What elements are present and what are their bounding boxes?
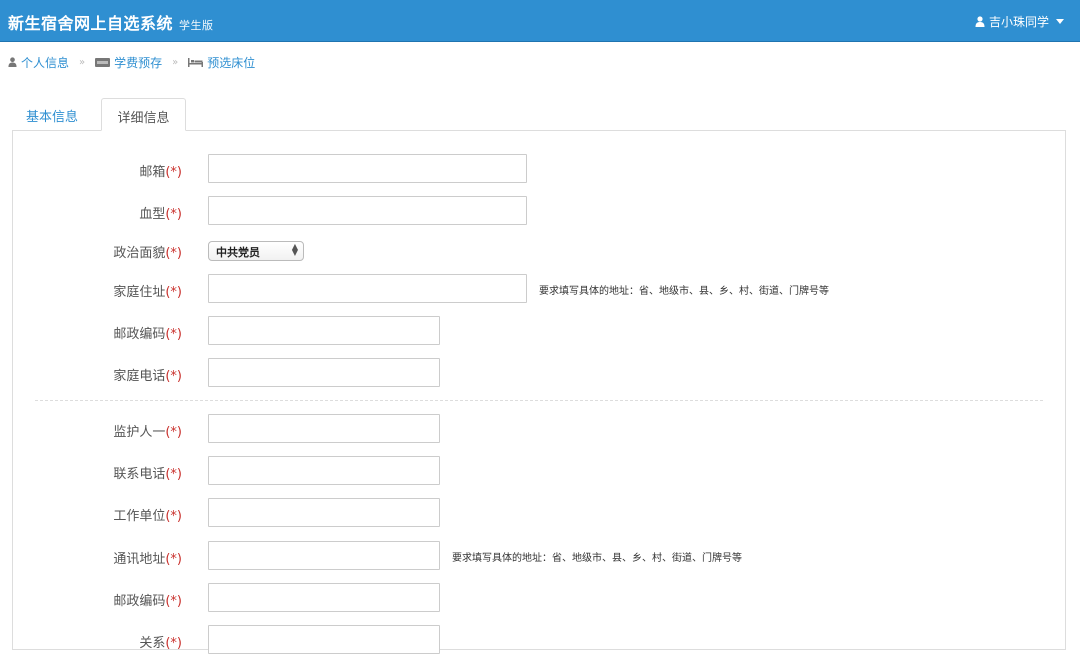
postcode-field[interactable] — [208, 316, 440, 345]
home-phone-label: 家庭电话(*) — [113, 369, 182, 384]
required-mark: (*) — [165, 636, 182, 651]
user-name: 吉小珠同学 — [988, 15, 1049, 29]
required-mark: (*) — [165, 594, 182, 609]
email-label: 邮箱(*) — [139, 165, 182, 180]
required-mark: (*) — [165, 285, 182, 300]
app-title: 新生宿舍网上自选系统 学生版 — [8, 10, 214, 34]
form-row-postcode: 邮政编码(*) — [0, 316, 1040, 346]
breadcrumb-item-bed[interactable]: 预选床位 — [188, 54, 255, 71]
political-status-label: 政治面貌(*) — [113, 246, 182, 261]
mail-address-hint: 要求填写具体的地址：省、地级市、县、乡、村、街道、门牌号等 — [452, 553, 742, 564]
form-row-relation: 关系(*) — [0, 625, 1040, 655]
relation-field[interactable] — [208, 625, 440, 654]
breadcrumb-separator: » — [172, 56, 179, 68]
user-icon — [975, 16, 985, 27]
required-mark: (*) — [165, 327, 182, 342]
form-row-blood: 血型(*) — [0, 196, 1040, 226]
tab-bar: 基本信息 详细信息 — [12, 98, 1066, 131]
contact-phone-field[interactable] — [208, 456, 440, 485]
mail-address-field[interactable] — [208, 541, 440, 570]
form-row-contact-phone: 联系电话(*) — [0, 456, 1040, 486]
breadcrumb-item-tuition[interactable]: 学费预存 — [95, 54, 162, 71]
required-mark: (*) — [165, 207, 182, 222]
top-navbar: 新生宿舍网上自选系统 学生版 吉小珠同学 — [0, 0, 1080, 42]
breadcrumb: 个人信息 » 学费预存 » 预选床位 — [8, 53, 255, 71]
user-icon — [8, 57, 17, 67]
required-mark: (*) — [165, 509, 182, 524]
guardian-postcode-field[interactable] — [208, 583, 440, 612]
breadcrumb-separator: » — [79, 56, 86, 68]
select-arrows-icon: ▲ ▼ — [291, 242, 298, 257]
form-row-mail-address: 通讯地址(*) 要求填写具体的地址：省、地级市、县、乡、村、街道、门牌号等 — [0, 541, 1040, 571]
workplace-label: 工作单位(*) — [113, 509, 182, 524]
home-address-field[interactable] — [208, 274, 527, 303]
blood-type-label: 血型(*) — [139, 207, 182, 222]
form-row-guardian-postcode: 邮政编码(*) — [0, 583, 1040, 613]
form-row-guardian: 监护人一(*) — [0, 414, 1040, 444]
guardian-field[interactable] — [208, 414, 440, 443]
email-field[interactable] — [208, 154, 527, 183]
breadcrumb-label: 个人信息 — [21, 55, 70, 70]
section-divider — [35, 400, 1043, 401]
form-row-political: 政治面貌(*) 中共党员 ▲ ▼ — [0, 238, 1040, 268]
form-row-workplace: 工作单位(*) — [0, 498, 1040, 528]
required-mark: (*) — [165, 552, 182, 567]
home-phone-field[interactable] — [208, 358, 440, 387]
form-row-home-phone: 家庭电话(*) — [0, 358, 1040, 388]
bed-icon — [188, 57, 204, 67]
user-menu[interactable]: 吉小珠同学 — [975, 13, 1064, 30]
home-address-hint: 要求填写具体的地址：省、地级市、县、乡、村、街道、门牌号等 — [539, 286, 829, 297]
breadcrumb-item-personal-info[interactable]: 个人信息 — [8, 54, 69, 71]
contact-phone-label: 联系电话(*) — [113, 467, 182, 482]
required-mark: (*) — [165, 246, 182, 261]
breadcrumb-label: 预选床位 — [207, 55, 256, 70]
postcode-label: 邮政编码(*) — [113, 327, 182, 342]
form-row-home-address: 家庭住址(*) 要求填写具体的地址：省、地级市、县、乡、村、街道、门牌号等 — [0, 274, 1040, 304]
tab-detail-info[interactable]: 详细信息 — [101, 98, 186, 131]
home-address-label: 家庭住址(*) — [113, 285, 182, 300]
required-mark: (*) — [165, 165, 182, 180]
political-status-select[interactable]: 中共党员 ▲ ▼ — [208, 241, 304, 261]
guardian-label: 监护人一(*) — [113, 425, 182, 440]
required-mark: (*) — [165, 369, 182, 384]
card-icon — [95, 57, 111, 67]
political-status-value: 中共党员 — [216, 246, 260, 259]
guardian-postcode-label: 邮政编码(*) — [113, 594, 182, 609]
workplace-field[interactable] — [208, 498, 440, 527]
tab-basic-info[interactable]: 基本信息 — [12, 98, 92, 131]
app-title-text: 新生宿舍网上自选系统 — [8, 14, 174, 33]
required-mark: (*) — [165, 467, 182, 482]
breadcrumb-label: 学费预存 — [114, 55, 163, 70]
caret-down-icon — [1056, 19, 1064, 24]
mail-address-label: 通讯地址(*) — [113, 552, 182, 567]
form-row-email: 邮箱(*) — [0, 154, 1040, 184]
blood-type-field[interactable] — [208, 196, 527, 225]
app-subtitle: 学生版 — [179, 19, 214, 32]
required-mark: (*) — [165, 425, 182, 440]
